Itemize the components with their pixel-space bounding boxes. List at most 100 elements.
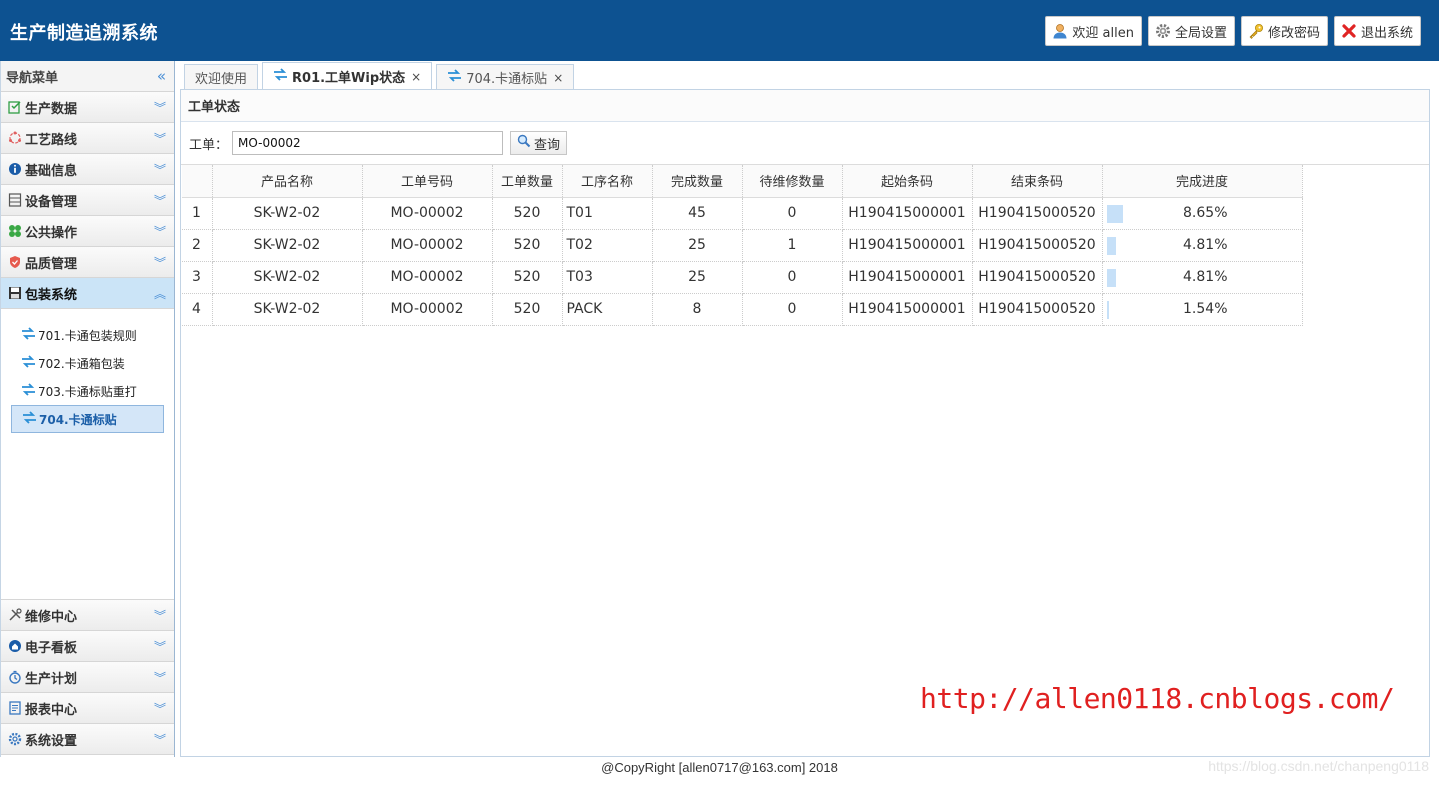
submenu-item-label: 702.卡通箱包装 (38, 356, 125, 371)
col-start-barcode[interactable]: 起始条码 (842, 165, 973, 198)
sidebar-item-label: 基础信息 (25, 163, 78, 179)
sidebar-item-dashboard[interactable]: 电子看板 ︾ (1, 631, 174, 662)
cell-progress: 8.65% (1102, 197, 1303, 230)
cell-product: SK-W2-02 (212, 197, 363, 230)
cell-end-barcode: H190415000520 (972, 229, 1103, 262)
submenu-item-carton-packing[interactable]: 702.卡通箱包装 (1, 349, 174, 377)
col-progress[interactable]: 完成进度 (1102, 165, 1303, 198)
col-order[interactable]: 工单号码 (362, 165, 493, 198)
welcome-label: 欢迎 allen (1072, 25, 1134, 41)
global-settings-button[interactable]: 全局设置 (1147, 16, 1235, 46)
work-order-label: 工单： (189, 137, 229, 153)
cell-start-barcode: H190415000001 (842, 229, 973, 262)
cell-qty: 520 (492, 261, 563, 294)
csdn-watermark: https://blog.csdn.net/chanpeng0118 (1208, 758, 1429, 774)
sidebar-item-basic-info[interactable]: 基础信息 ︾ (1, 154, 174, 185)
sidebar-item-process-route[interactable]: 工艺路线 ︾ (1, 123, 174, 154)
sidebar-item-common-ops[interactable]: 公共操作 ︾ (1, 216, 174, 247)
global-settings-label: 全局设置 (1174, 25, 1227, 41)
timer-icon (7, 669, 23, 685)
submenu-item-label-reprint[interactable]: 703.卡通标贴重打 (1, 377, 174, 405)
cell-repair: 0 (742, 293, 843, 326)
tab-close-icon[interactable]: × (553, 71, 563, 85)
chevron-down-icon: ︾ (153, 608, 166, 623)
row-index: 4 (182, 293, 213, 326)
cell-start-barcode: H190415000001 (842, 261, 973, 294)
submenu-item-carton-label[interactable]: 704.卡通标贴 (11, 405, 164, 433)
cell-progress: 4.81% (1102, 229, 1303, 262)
progress-bar (1106, 204, 1124, 223)
cell-process: T01 (562, 197, 653, 230)
sidebar-item-label: 维修中心 (25, 609, 78, 625)
welcome-user-button[interactable]: 欢迎 allen (1045, 16, 1142, 46)
tab-carton-label[interactable]: 704.卡通标贴 × (436, 64, 575, 90)
chevron-down-icon: ︾ (153, 131, 166, 146)
tab-welcome[interactable]: 欢迎使用 (184, 64, 259, 90)
table-row[interactable]: 1 SK-W2-02 MO-00002 520 T01 45 0 H190415000001 H… (182, 197, 1303, 230)
work-order-input[interactable] (232, 131, 504, 155)
collapse-sidebar-icon[interactable]: « (157, 67, 166, 85)
cell-order: MO-00002 (362, 293, 493, 326)
table-row[interactable]: 4 SK-W2-02 MO-00002 520 PACK 8 0 H190415000001 H… (182, 293, 1303, 326)
chevron-up-icon: ︽ (153, 286, 166, 301)
search-button[interactable]: 查询 (510, 131, 568, 155)
sidebar-item-label: 公共操作 (25, 225, 78, 241)
sidebar-item-packaging[interactable]: 包装系统 ︽ (1, 278, 174, 309)
tab-wip-status[interactable]: R01.工单Wip状态 × (262, 62, 433, 90)
sidebar-item-reports[interactable]: 报表中心 ︾ (1, 693, 174, 724)
table-row[interactable]: 2 SK-W2-02 MO-00002 520 T02 25 1 H190415000001 H… (182, 229, 1303, 262)
col-process[interactable]: 工序名称 (562, 165, 653, 198)
row-index: 1 (182, 197, 213, 230)
cell-product: SK-W2-02 (212, 261, 363, 294)
submenu-item-label: 701.卡通包装规则 (38, 328, 137, 343)
submenu-item-label: 703.卡通标贴重打 (38, 384, 137, 399)
tab-close-icon[interactable]: × (411, 70, 421, 84)
cell-order: MO-00002 (362, 261, 493, 294)
app-title: 生产制造追溯系统 (10, 23, 158, 44)
swap-icon (273, 68, 288, 85)
col-qty[interactable]: 工单数量 (492, 165, 563, 198)
progress-text: 1.54% (1183, 301, 1228, 317)
submenu-item-carton-rules[interactable]: 701.卡通包装规则 (1, 321, 174, 349)
chevron-down-icon: ︾ (153, 224, 166, 239)
chevron-down-icon: ︾ (153, 732, 166, 747)
cell-done: 25 (652, 229, 743, 262)
col-done[interactable]: 完成数量 (652, 165, 743, 198)
sidebar-item-production-plan[interactable]: 生产计划 ︾ (1, 662, 174, 693)
table-row[interactable]: 3 SK-W2-02 MO-00002 520 T03 25 0 H190415000001 H… (182, 261, 1303, 294)
sidebar-item-equipment[interactable]: 设备管理 ︾ (1, 185, 174, 216)
sidebar-item-production-data[interactable]: 生产数据 ︾ (1, 92, 174, 123)
logout-button[interactable]: 退出系统 (1333, 16, 1421, 46)
change-password-button[interactable]: 修改密码 (1240, 16, 1328, 46)
chevron-down-icon: ︾ (153, 670, 166, 685)
chevron-down-icon: ︾ (153, 162, 166, 177)
chevron-down-icon: ︾ (153, 193, 166, 208)
sidebar-title: 导航菜单 (6, 70, 59, 86)
progress-bar (1106, 268, 1116, 287)
key-icon (1247, 22, 1265, 40)
cell-done: 8 (652, 293, 743, 326)
col-product[interactable]: 产品名称 (212, 165, 363, 198)
sidebar-item-repair[interactable]: 维修中心 ︾ (1, 600, 174, 631)
row-index: 2 (182, 229, 213, 262)
shield-icon (7, 254, 23, 270)
swap-icon (21, 355, 36, 371)
cell-start-barcode: H190415000001 (842, 293, 973, 326)
search-button-label: 查询 (534, 137, 561, 153)
sidebar-item-system-settings[interactable]: 系统设置 ︾ (1, 724, 174, 755)
cell-process: T03 (562, 261, 653, 294)
tab-label: R01.工单Wip状态 (292, 71, 406, 86)
sidebar-item-label: 报表中心 (25, 702, 78, 718)
cell-start-barcode: H190415000001 (842, 197, 973, 230)
wip-table: 产品名称 工单号码 工单数量 工序名称 完成数量 待维修数量 起始条码 结束条码… (182, 165, 1303, 326)
header-buttons: 欢迎 allen 全局设置 修改密码 退出系统 (1045, 16, 1421, 46)
sidebar-item-quality[interactable]: 品质管理 ︾ (1, 247, 174, 278)
progress-text: 4.81% (1183, 237, 1228, 253)
panel-title: 工单状态 (181, 90, 1429, 122)
search-row: 工单： 查询 (181, 122, 1429, 165)
cell-end-barcode: H190415000520 (972, 197, 1103, 230)
sidebar-item-label: 生产数据 (25, 101, 78, 117)
close-icon (1340, 22, 1358, 40)
col-end-barcode[interactable]: 结束条码 (972, 165, 1103, 198)
col-repair[interactable]: 待维修数量 (742, 165, 843, 198)
